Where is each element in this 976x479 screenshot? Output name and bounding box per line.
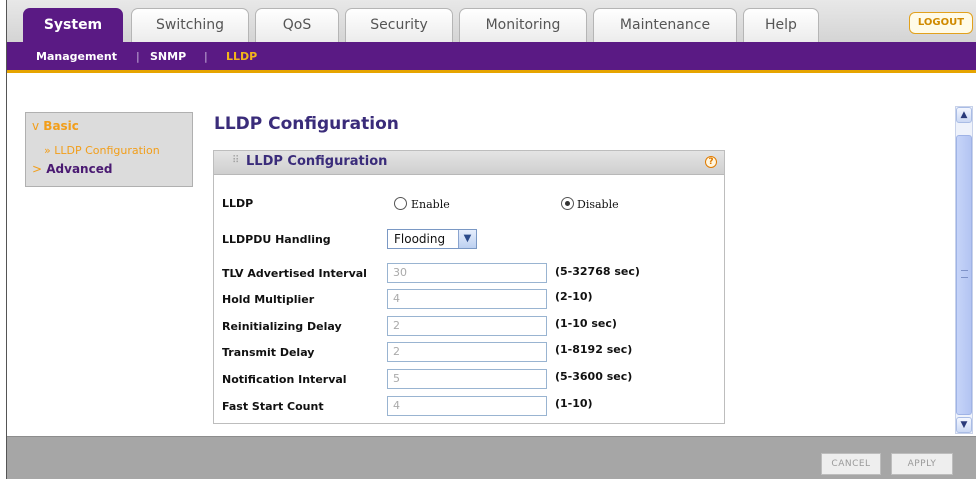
reinitializing-delay-input[interactable]: 2 bbox=[387, 316, 547, 336]
menu-item-advanced[interactable]: > Advanced bbox=[32, 162, 112, 176]
transmit-delay-label: Transmit Delay bbox=[222, 346, 315, 359]
tab-system[interactable]: System bbox=[23, 8, 123, 43]
transmit-delay-input[interactable]: 2 bbox=[387, 342, 547, 362]
fast-start-count-input[interactable]: 4 bbox=[387, 396, 547, 416]
tab-switching[interactable]: Switching bbox=[131, 8, 249, 42]
drag-handle-icon: ⠿ bbox=[232, 155, 240, 166]
lldpdu-handling-label: LLDPDU Handling bbox=[222, 233, 331, 246]
expand-arrow-icon: v bbox=[32, 119, 40, 133]
fast-start-count-range: (1-10) bbox=[555, 397, 593, 410]
tab-maintenance[interactable]: Maintenance bbox=[593, 8, 737, 42]
tab-help[interactable]: Help bbox=[743, 8, 819, 42]
vertical-scrollbar[interactable]: ▲ ▼ bbox=[955, 106, 973, 434]
reinitializing-delay-label: Reinitializing Delay bbox=[222, 320, 342, 333]
panel-title: LLDP Configuration bbox=[246, 154, 388, 169]
menu-item-lldp-configuration[interactable]: » LLDP Configuration bbox=[44, 144, 160, 157]
lldp-disable-label: Disable bbox=[577, 198, 619, 211]
apply-button[interactable]: APPLY bbox=[891, 453, 953, 475]
subnav-item-snmp[interactable]: SNMP bbox=[150, 50, 186, 63]
tab-monitoring[interactable]: Monitoring bbox=[459, 8, 587, 42]
panel-header: ⠿ LLDP Configuration ? bbox=[214, 151, 724, 175]
app-frame: System Switching QoS Security Monitoring… bbox=[6, 0, 976, 479]
cancel-button[interactable]: CANCEL bbox=[821, 453, 881, 475]
subnav-separator: | bbox=[204, 50, 208, 63]
tlv-advertised-interval-range: (5-32768 sec) bbox=[555, 265, 640, 278]
left-menu: v Basic » LLDP Configuration > Advanced bbox=[25, 112, 193, 187]
hold-multiplier-input[interactable]: 4 bbox=[387, 289, 547, 309]
help-icon[interactable]: ? bbox=[705, 156, 717, 168]
notification-interval-input[interactable]: 5 bbox=[387, 369, 547, 389]
footer-bar: CANCEL APPLY bbox=[7, 436, 976, 479]
lldp-label: LLDP bbox=[222, 197, 254, 210]
subnav-item-lldp[interactable]: LLDP bbox=[226, 50, 257, 63]
menu-item-basic[interactable]: v Basic bbox=[32, 119, 79, 133]
subnav-item-management[interactable]: Management bbox=[36, 50, 117, 63]
main-tab-bar: System Switching QoS Security Monitoring… bbox=[7, 0, 976, 43]
lldp-configuration-panel: ⠿ LLDP Configuration ? LLDP Enable Disab… bbox=[213, 150, 725, 424]
tab-qos[interactable]: QoS bbox=[255, 8, 339, 42]
sub-nav-bar: Management | SNMP | LLDP bbox=[7, 42, 976, 73]
tlv-advertised-interval-label: TLV Advertised Interval bbox=[222, 267, 367, 280]
menu-item-advanced-label: Advanced bbox=[46, 162, 113, 176]
menu-item-lldp-configuration-label: LLDP Configuration bbox=[54, 144, 160, 157]
reinitializing-delay-range: (1-10 sec) bbox=[555, 317, 617, 330]
down-arrow-icon[interactable]: ▼ bbox=[956, 417, 972, 433]
scrollbar-thumb[interactable] bbox=[956, 135, 972, 415]
lldp-disable-radio[interactable] bbox=[561, 197, 574, 210]
lldp-enable-label: Enable bbox=[411, 198, 450, 211]
collapse-arrow-icon: > bbox=[32, 162, 43, 176]
hold-multiplier-label: Hold Multiplier bbox=[222, 293, 315, 306]
notification-interval-range: (5-3600 sec) bbox=[555, 370, 633, 383]
up-arrow-icon[interactable]: ▲ bbox=[956, 107, 972, 123]
hold-multiplier-range: (2-10) bbox=[555, 290, 593, 303]
grip-icon bbox=[961, 270, 968, 278]
notification-interval-label: Notification Interval bbox=[222, 373, 347, 386]
fast-start-count-label: Fast Start Count bbox=[222, 400, 324, 413]
logout-button[interactable]: LOGOUT bbox=[909, 12, 973, 34]
subnav-separator: | bbox=[136, 50, 140, 63]
menu-item-basic-label: Basic bbox=[43, 119, 79, 133]
lldpdu-handling-value: Flooding bbox=[394, 232, 446, 246]
tab-security[interactable]: Security bbox=[345, 8, 453, 42]
chevron-down-icon[interactable]: ▼ bbox=[458, 230, 476, 248]
page-title: LLDP Configuration bbox=[214, 114, 399, 134]
transmit-delay-range: (1-8192 sec) bbox=[555, 343, 633, 356]
lldpdu-handling-select[interactable]: Flooding ▼ bbox=[387, 229, 477, 249]
sub-arrow-icon: » bbox=[44, 144, 51, 157]
lldp-enable-radio[interactable] bbox=[394, 197, 407, 210]
tlv-advertised-interval-input[interactable]: 30 bbox=[387, 263, 547, 283]
